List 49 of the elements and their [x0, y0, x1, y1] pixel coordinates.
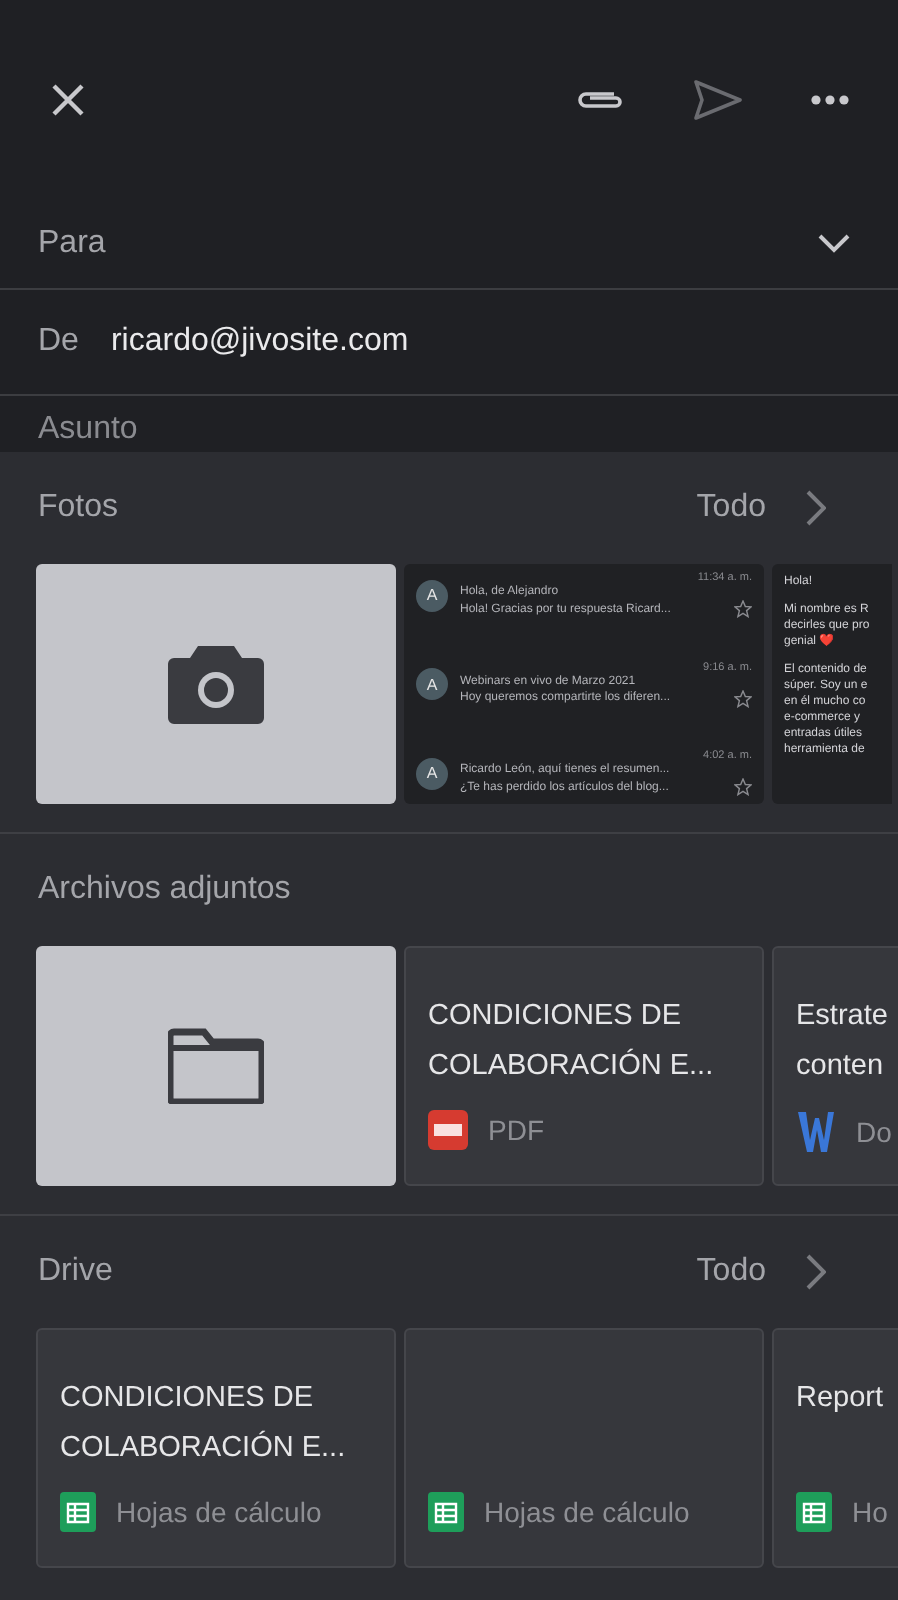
file-name: Estrate — [796, 998, 888, 1036]
star-icon — [734, 778, 752, 796]
subject-field[interactable]: Asunto — [38, 408, 438, 452]
paperclip-icon[interactable] — [574, 86, 626, 114]
avatar: A — [416, 757, 448, 789]
camera-tile[interactable] — [36, 564, 396, 804]
section-title: Drive — [38, 1254, 113, 1290]
file-type: Hojas de cálculo — [116, 1496, 322, 1528]
spreadsheet-icon — [60, 1492, 96, 1532]
section-title: Archivos adjuntos — [38, 872, 291, 908]
see-all-link[interactable]: Todo — [696, 1254, 766, 1290]
section-title: Fotos — [38, 490, 119, 526]
file-type: Hojas de cálculo — [484, 1496, 690, 1528]
see-all-link[interactable]: Todo — [696, 490, 766, 526]
file-type: PDF — [488, 1114, 544, 1146]
camera-icon — [166, 642, 266, 726]
close-icon[interactable] — [48, 80, 88, 120]
from-label: De — [38, 324, 79, 360]
file-card[interactable]: CONDICIONES DE COLABORACIÓN E... PDF — [404, 946, 764, 1186]
avatar: A — [416, 579, 448, 611]
word-icon — [796, 1110, 836, 1154]
file-name: COLABORACIÓN E... — [428, 1046, 714, 1086]
file-name: CONDICIONES DE — [428, 998, 681, 1036]
inbox-screenshot[interactable] — [404, 564, 764, 804]
file-card[interactable]: Estrate conten Do — [772, 946, 898, 1186]
spreadsheet-icon — [428, 1492, 464, 1532]
avatar: A — [416, 668, 448, 700]
file-card[interactable]: Report Ho — [772, 1328, 898, 1568]
file-name: COLABORACIÓN E... — [60, 1428, 346, 1468]
chevron-down-icon[interactable] — [818, 234, 850, 254]
star-icon — [734, 600, 752, 618]
pdf-icon — [428, 1110, 468, 1150]
star-icon — [734, 689, 752, 707]
folder-icon — [168, 1028, 264, 1104]
folder-tile[interactable] — [36, 946, 396, 1186]
spreadsheet-icon — [796, 1492, 832, 1532]
from-address[interactable]: ricardo@jivosite.com — [110, 324, 409, 360]
chevron-right-icon[interactable] — [806, 490, 826, 526]
send-icon[interactable] — [694, 80, 742, 120]
file-name: CONDICIONES DE — [60, 1380, 313, 1418]
to-label: Para — [38, 226, 106, 262]
chevron-right-icon[interactable] — [806, 1254, 826, 1290]
file-card[interactable]: Hojas de cálculo — [404, 1328, 764, 1568]
file-type: Ho — [852, 1496, 888, 1528]
file-type: Do — [856, 1116, 892, 1148]
file-name: conten — [796, 1048, 884, 1086]
file-card[interactable]: CONDICIONES DE COLABORACIÓN E... Hojas de cálculo — [36, 1328, 396, 1568]
more-icon[interactable] — [810, 94, 850, 106]
file-name: Report — [796, 1380, 884, 1418]
